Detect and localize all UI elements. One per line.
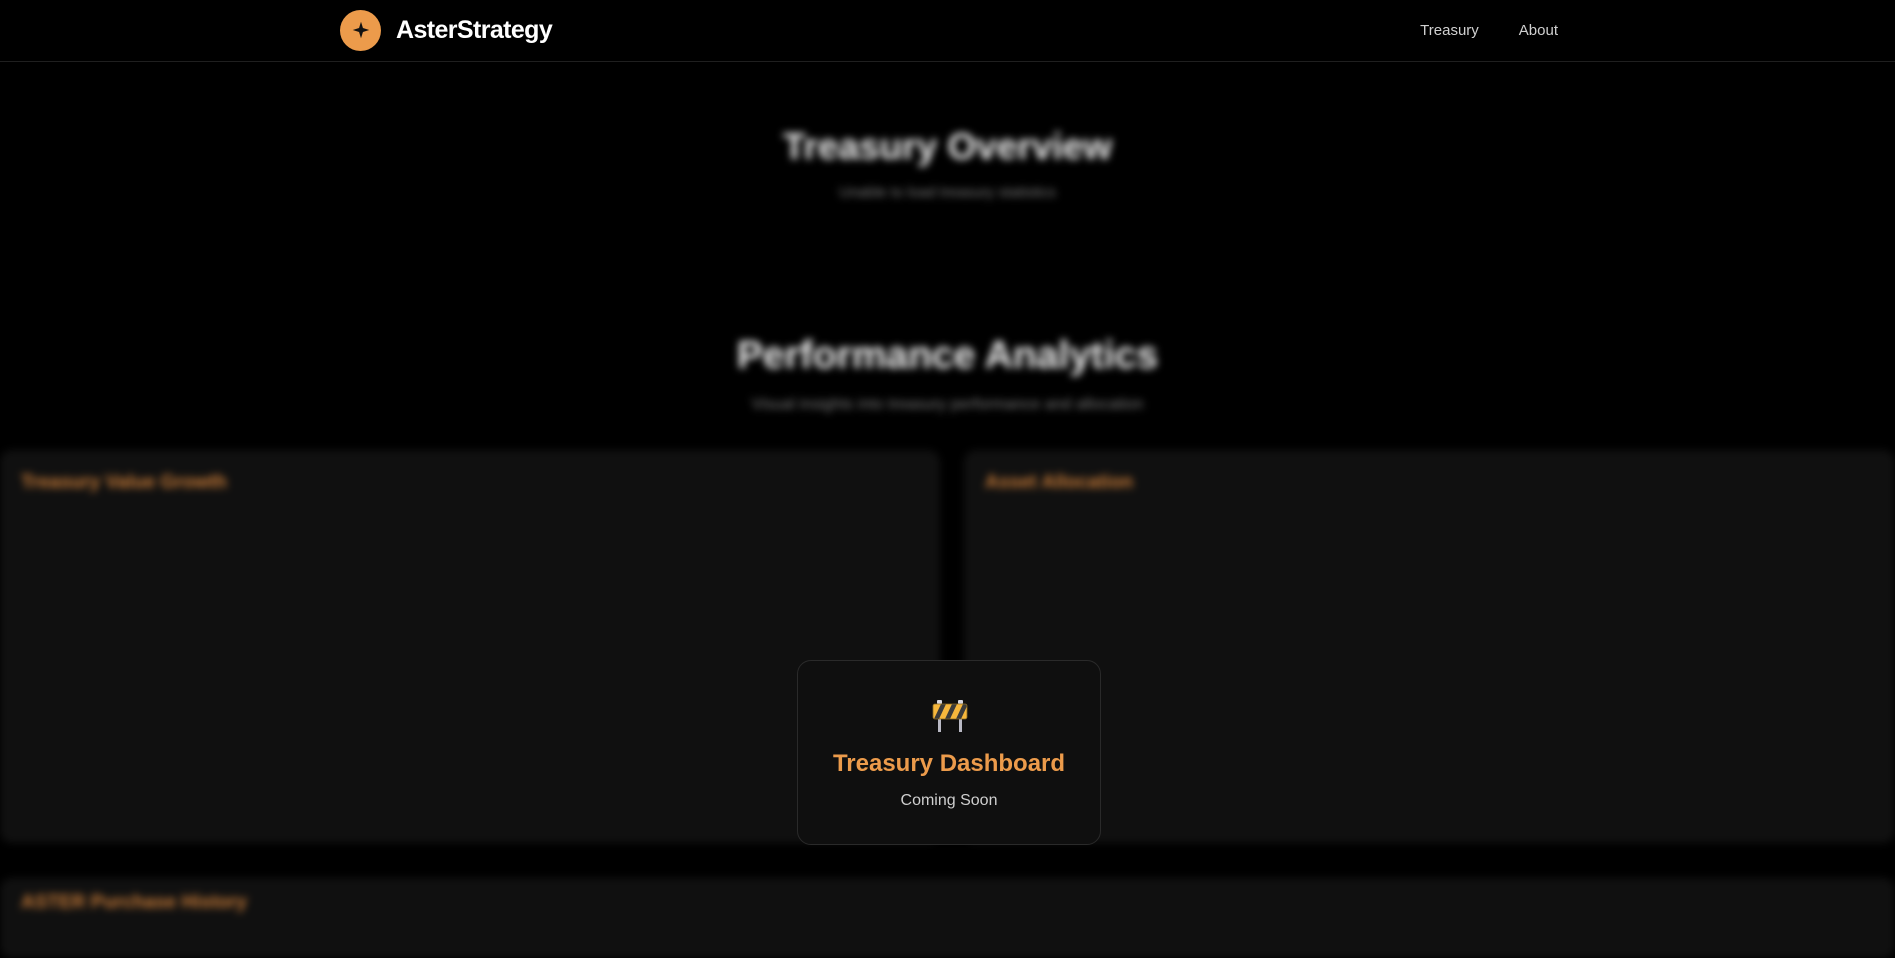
treasury-overview-title: Treasury Overview	[782, 126, 1113, 167]
performance-analytics-title: Performance Analytics	[736, 334, 1159, 377]
purchase-history-title: ASTER Purchase History	[21, 892, 247, 913]
construction-barrier-icon	[932, 700, 968, 732]
treasury-overview-subtitle: Unable to load treasury statistics	[839, 184, 1056, 201]
brand-link[interactable]: AsterStrategy	[340, 9, 553, 51]
purchase-history-card: ASTER Purchase History	[0, 878, 1895, 958]
performance-analytics-section: Performance Analytics Visual insights in…	[0, 334, 1895, 414]
brand-logo	[340, 9, 381, 51]
navbar: AsterStrategy Treasury About	[0, 0, 1895, 62]
asset-allocation-title: Asset Allocation	[985, 472, 1134, 493]
coming-soon-title: Treasury Dashboard	[832, 750, 1066, 777]
asset-allocation-card: Asset Allocation	[964, 450, 1895, 843]
coming-soon-card: Treasury Dashboard Coming Soon	[797, 660, 1101, 845]
treasury-value-growth-title: Treasury Value Growth	[21, 472, 227, 493]
brand-name: AsterStrategy	[396, 15, 553, 44]
sparkle-icon	[352, 21, 369, 39]
nav-links: Treasury About	[1420, 0, 1558, 60]
nav-link-treasury[interactable]: Treasury	[1420, 22, 1479, 39]
performance-analytics-subtitle: Visual insights into treasury performanc…	[751, 396, 1144, 413]
coming-soon-subtitle: Coming Soon	[900, 792, 998, 809]
treasury-overview-section: Treasury Overview Unable to load treasur…	[0, 126, 1895, 201]
nav-link-about[interactable]: About	[1519, 22, 1558, 39]
